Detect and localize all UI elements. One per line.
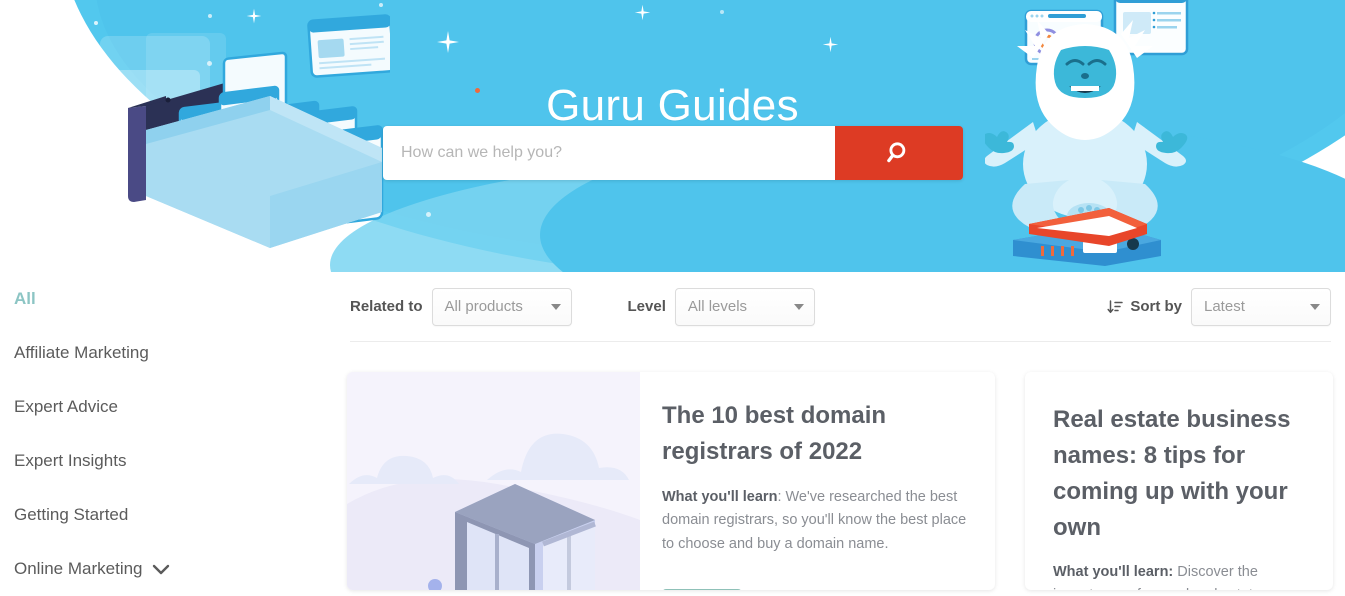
search-input[interactable]: [383, 126, 835, 180]
guide-card[interactable]: Real estate business names: 8 tips for c…: [1025, 372, 1333, 590]
guide-card-content: Real estate business names: 8 tips for c…: [1025, 372, 1333, 590]
guide-card-description: What you'll learn: Discover the importan…: [1053, 561, 1309, 591]
sidebar-item-affiliate-marketing[interactable]: Affiliate Marketing: [0, 326, 345, 380]
guide-card-learn-label: What you'll learn:: [1053, 563, 1174, 580]
sidebar-item-label: All: [14, 289, 36, 308]
level-select[interactable]: All levels: [674, 287, 815, 326]
search-icon: [887, 142, 906, 163]
decorative-dot: [426, 212, 431, 217]
guide-card-content: The 10 best domain registrars of 2022 Wh…: [640, 372, 995, 590]
sort-by-label: Sort by: [1130, 298, 1182, 315]
sidebar-item-label: Expert Advice: [14, 397, 118, 416]
sidebar-item-label: Getting Started: [14, 505, 129, 524]
category-sidebar: All Affiliate Marketing Expert Advice Ex…: [0, 272, 345, 596]
guide-card-thumbnail: [347, 372, 640, 590]
chevron-down-icon: [550, 303, 561, 310]
filter-divider: [350, 341, 1331, 342]
sidebar-item-label: Affiliate Marketing: [14, 343, 149, 362]
sidebar-item-label: Expert Insights: [14, 451, 127, 470]
related-to-value: All products: [444, 298, 523, 315]
level-value: All levels: [687, 298, 748, 315]
sparkle-icon: [437, 31, 459, 53]
sidebar-item-expert-insights[interactable]: Expert Insights: [0, 434, 345, 488]
guide-card[interactable]: The 10 best domain registrars of 2022 Wh…: [347, 372, 995, 590]
yeti-mascot-illustration: [871, 0, 1215, 266]
decorative-dot: [720, 10, 724, 14]
sidebar-item-online-marketing[interactable]: Online Marketing: [0, 542, 345, 596]
sort-by-value: Latest: [1204, 298, 1245, 315]
chevron-down-icon[interactable]: [152, 564, 170, 575]
level-label: Level: [627, 298, 666, 315]
related-to-label: Related to: [350, 298, 423, 315]
guide-card-description: What you'll learn: We've researched the …: [662, 486, 971, 556]
guides-list: The 10 best domain registrars of 2022 Wh…: [347, 372, 1345, 590]
sort-descending-icon: [1107, 299, 1124, 315]
search-submit-button[interactable]: [835, 126, 963, 180]
sort-by-select[interactable]: Latest: [1191, 287, 1331, 326]
sidebar-item-expert-advice[interactable]: Expert Advice: [0, 380, 345, 434]
related-to-select[interactable]: All products: [431, 287, 572, 326]
sidebar-item-label: Online Marketing: [14, 559, 143, 578]
sparkle-icon: [634, 4, 651, 21]
sidebar-item-all[interactable]: All: [0, 272, 345, 326]
search-bar[interactable]: [383, 126, 963, 180]
chevron-down-icon: [793, 303, 804, 310]
page-title: Guru Guides: [546, 81, 799, 131]
chevron-down-icon: [1310, 303, 1320, 310]
sparkle-icon: [822, 36, 839, 53]
filebox-illustration: [120, 0, 395, 265]
sidebar-item-getting-started[interactable]: Getting Started: [0, 488, 345, 542]
guide-card-title: The 10 best domain registrars of 2022: [662, 402, 887, 465]
guide-card-learn-label: What you'll learn: [662, 489, 778, 505]
hero-banner: Guru Guides: [0, 0, 1345, 272]
guide-card-title: Real estate business names: 8 tips for c…: [1053, 406, 1291, 541]
filter-toolbar: Related to All products Level All levels…: [350, 272, 1331, 341]
decorative-dot: [94, 21, 98, 25]
